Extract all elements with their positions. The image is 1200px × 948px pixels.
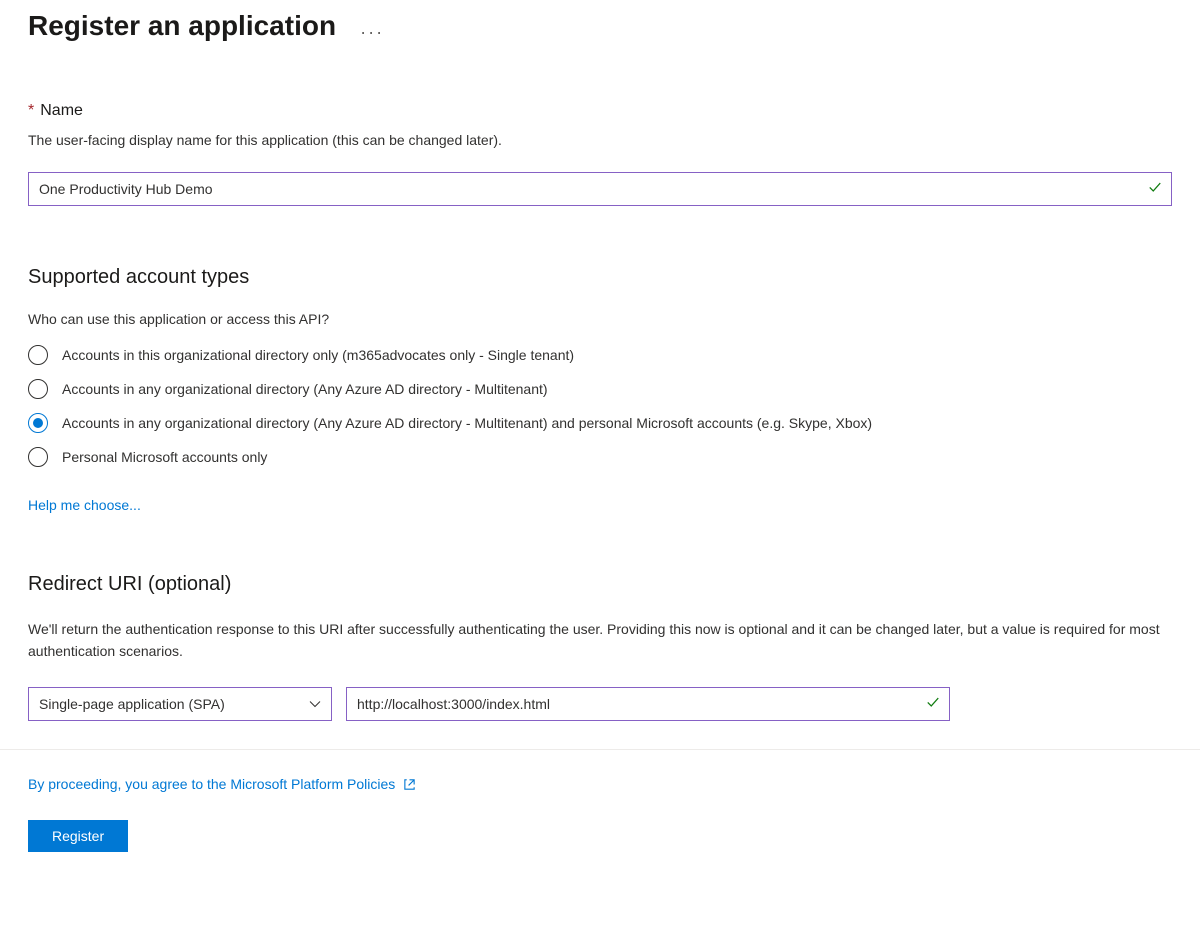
account-type-radio[interactable]: Accounts in this organizational director… [28, 345, 1172, 365]
divider [0, 749, 1200, 750]
chevron-down-icon [309, 698, 321, 710]
account-type-radio[interactable]: Accounts in any organizational directory… [28, 413, 1172, 433]
radio-icon [28, 345, 48, 365]
radio-label: Accounts in any organizational directory… [62, 415, 872, 431]
name-label-text: Name [40, 102, 83, 119]
account-types-heading: Supported account types [28, 266, 1172, 289]
radio-label: Personal Microsoft accounts only [62, 449, 267, 465]
radio-icon [28, 379, 48, 399]
redirect-uri-input[interactable] [346, 687, 950, 721]
radio-label: Accounts in this organizational director… [62, 347, 574, 363]
redirect-uri-description: We'll return the authentication response… [28, 618, 1172, 663]
account-types-radio-group: Accounts in this organizational director… [28, 345, 1172, 467]
redirect-uri-heading: Redirect URI (optional) [28, 573, 1172, 596]
more-actions-button[interactable]: ··· [356, 19, 388, 45]
required-star-icon: * [28, 102, 34, 119]
platform-select-value: Single-page application (SPA) [39, 696, 225, 712]
radio-icon [28, 447, 48, 467]
external-link-icon [403, 778, 416, 794]
radio-icon [28, 413, 48, 433]
name-description: The user-facing display name for this ap… [28, 132, 1172, 148]
platform-select[interactable]: Single-page application (SPA) [28, 687, 332, 721]
register-button[interactable]: Register [28, 820, 128, 852]
platform-policies-link[interactable]: By proceeding, you agree to the Microsof… [28, 776, 416, 792]
account-types-description: Who can use this application or access t… [28, 311, 1172, 327]
name-input[interactable] [28, 172, 1172, 206]
platform-policies-text: By proceeding, you agree to the Microsof… [28, 776, 395, 792]
page-title: Register an application [28, 10, 336, 42]
account-type-radio[interactable]: Personal Microsoft accounts only [28, 447, 1172, 467]
help-me-choose-link[interactable]: Help me choose... [28, 497, 141, 513]
account-type-radio[interactable]: Accounts in any organizational directory… [28, 379, 1172, 399]
name-label: * Name [28, 102, 1172, 120]
radio-label: Accounts in any organizational directory… [62, 381, 548, 397]
